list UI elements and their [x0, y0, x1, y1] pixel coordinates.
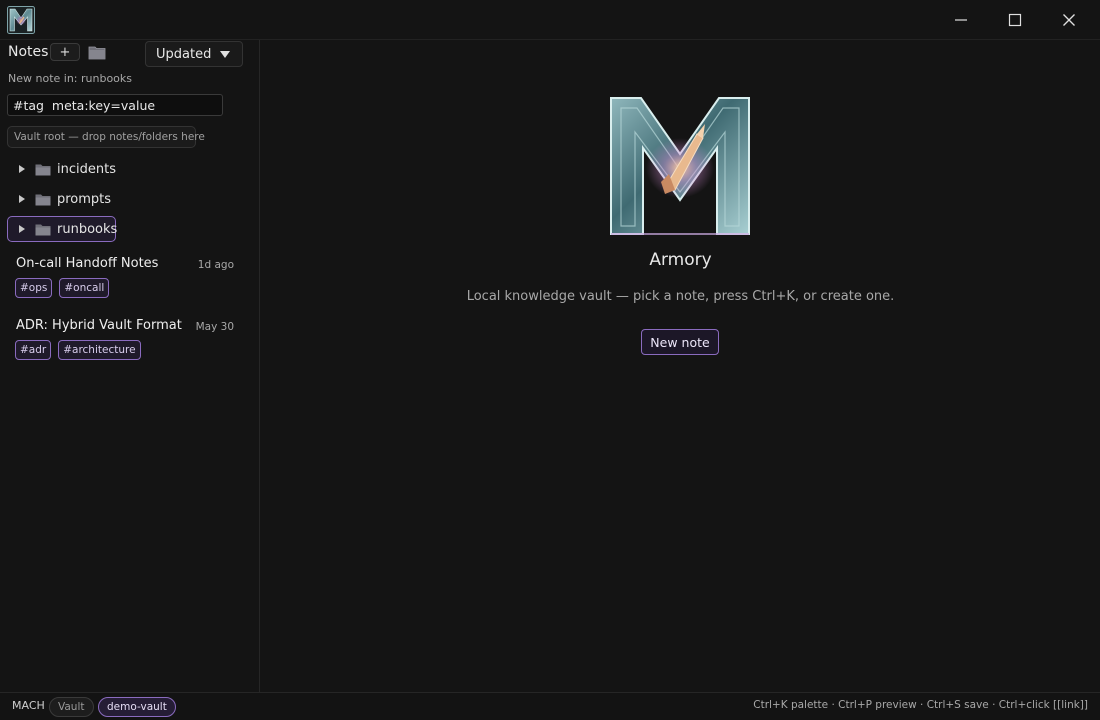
vault-label-badge: Vault: [49, 697, 94, 717]
close-button[interactable]: [1042, 0, 1096, 40]
sort-dropdown[interactable]: Updated: [145, 41, 243, 67]
armory-logo-icon: [609, 96, 751, 236]
main-pane: Armory Local knowledge vault — pick a no…: [261, 40, 1100, 692]
note-tags: #adr #architecture: [15, 340, 141, 360]
tag-badge[interactable]: #architecture: [58, 340, 141, 360]
tag-badge[interactable]: #oncall: [59, 278, 110, 298]
expand-arrow-icon[interactable]: [19, 165, 25, 173]
folder-icon: [35, 223, 51, 236]
vault-root-drop-zone[interactable]: Vault root — drop notes/folders here: [7, 126, 205, 148]
keyboard-shortcuts-hint: Ctrl+K palette · Ctrl+P preview · Ctrl+S…: [753, 699, 1088, 711]
minimize-button[interactable]: [934, 0, 988, 40]
folder-icon: [35, 163, 51, 176]
title-bar: [0, 0, 1100, 40]
tag-badge[interactable]: #adr: [15, 340, 52, 360]
status-bar: MACH Vault demo-vault Ctrl+K palette · C…: [0, 692, 1100, 720]
note-tags: #ops #oncall: [15, 278, 110, 298]
folder-label: runbooks: [57, 221, 118, 237]
folder-label: incidents: [57, 161, 116, 177]
notes-heading: Notes: [8, 44, 49, 60]
folder-icon: [88, 46, 106, 59]
search-input[interactable]: [7, 94, 223, 116]
new-note-button[interactable]: New note: [641, 329, 719, 355]
sort-selected-value: Updated: [156, 46, 212, 62]
maximize-icon: [1008, 13, 1022, 27]
note-updated-date: May 30: [195, 321, 234, 333]
close-icon: [1063, 14, 1075, 26]
new-folder-button[interactable]: [86, 42, 108, 62]
expand-arrow-icon[interactable]: [19, 195, 25, 203]
add-note-button[interactable]: +: [50, 43, 80, 61]
app-logo-icon: [7, 6, 35, 34]
sidebar: Notes + Updated New note in: runbooks Va…: [0, 40, 260, 692]
app-name: Armory: [649, 250, 712, 270]
expand-arrow-icon[interactable]: [19, 225, 25, 233]
maximize-button[interactable]: [988, 0, 1042, 40]
note-title: ADR: Hybrid Vault Format: [16, 318, 182, 333]
folder-prompts[interactable]: prompts: [7, 186, 116, 212]
vault-name-badge[interactable]: demo-vault: [98, 697, 176, 717]
note-list-item[interactable]: On-call Handoff Notes 1d ago #ops #oncal…: [8, 256, 246, 308]
folder-incidents[interactable]: incidents: [7, 156, 116, 182]
brand-label: MACH: [12, 699, 45, 712]
welcome-tagline: Local knowledge vault — pick a note, pre…: [466, 289, 895, 304]
note-title: On-call Handoff Notes: [16, 256, 159, 271]
note-updated-date: 1d ago: [197, 259, 234, 271]
minimize-icon: [955, 19, 967, 21]
new-note-location: New note in: runbooks: [8, 72, 133, 85]
tag-badge[interactable]: #ops: [15, 278, 53, 298]
folder-icon: [35, 193, 51, 206]
folder-runbooks[interactable]: runbooks: [7, 216, 118, 242]
folder-label: prompts: [57, 191, 112, 207]
note-list-item[interactable]: ADR: Hybrid Vault Format May 30 #adr #ar…: [8, 318, 246, 370]
chevron-down-icon: [220, 51, 230, 58]
